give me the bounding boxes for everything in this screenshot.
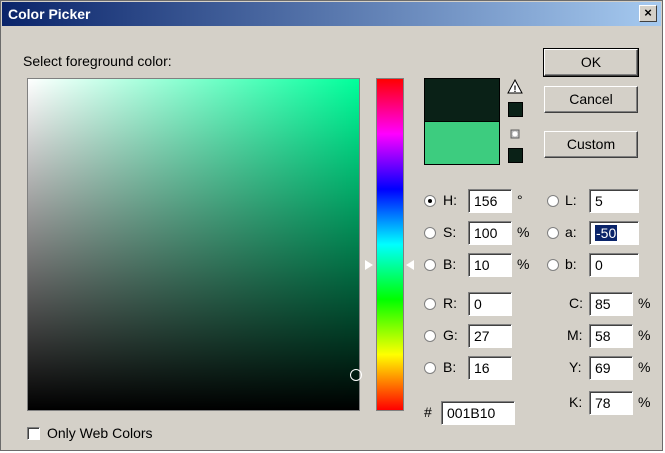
radio-red[interactable]	[424, 298, 436, 310]
hue-slider-right-arrow[interactable]	[406, 260, 414, 270]
svg-text:!: !	[514, 84, 517, 94]
brightness-input[interactable]: 10	[468, 253, 512, 277]
only-web-colors-checkbox[interactable]	[27, 427, 40, 440]
hex-label: #	[424, 404, 432, 420]
magenta-input[interactable]: 58	[589, 324, 633, 348]
a-channel-input[interactable]: -50	[589, 221, 639, 245]
hue-slider[interactable]	[376, 78, 404, 411]
radio-lightness[interactable]	[547, 195, 559, 207]
cancel-button[interactable]: Cancel	[544, 86, 638, 113]
blue-input[interactable]: 16	[468, 356, 512, 380]
red-input[interactable]: 0	[468, 292, 512, 316]
color-picker-dialog: Color Picker × Select foreground color: …	[0, 0, 663, 451]
radio-brightness[interactable]	[424, 259, 436, 271]
radio-green[interactable]	[424, 330, 436, 342]
blue-label: B:	[443, 359, 457, 375]
red-label: R:	[443, 295, 457, 311]
select-foreground-label: Select foreground color:	[23, 53, 172, 69]
out-of-gamut-warning-icon[interactable]: !	[507, 78, 523, 94]
close-icon: ×	[644, 5, 652, 20]
radio-blue[interactable]	[424, 362, 436, 374]
yellow-input[interactable]: 69	[589, 356, 633, 380]
hex-input[interactable]: 001B10	[441, 401, 515, 425]
black-input[interactable]: 78	[589, 391, 633, 415]
ok-button[interactable]: OK	[543, 48, 639, 77]
degree-unit: °	[517, 192, 523, 208]
green-input[interactable]: 27	[468, 324, 512, 348]
saturation-label: S:	[443, 224, 457, 240]
brightness-label: B:	[443, 256, 457, 272]
only-web-colors-label: Only Web Colors	[47, 425, 153, 441]
yellow-label: Y:	[569, 359, 582, 375]
cyan-label: C:	[569, 295, 583, 311]
color-field[interactable]	[27, 78, 360, 411]
a-channel-value: -50	[595, 225, 618, 241]
cyan-input[interactable]: 85	[589, 292, 633, 316]
black-label: K:	[569, 394, 583, 410]
b-channel-input[interactable]: 0	[589, 253, 639, 277]
color-field-marker[interactable]	[350, 369, 362, 381]
green-label: G:	[443, 327, 458, 343]
brightness-unit: %	[517, 256, 530, 272]
custom-button[interactable]: Custom	[544, 131, 638, 158]
close-button[interactable]: ×	[639, 5, 657, 22]
a-channel-label: a:	[565, 224, 577, 240]
radio-hue[interactable]	[424, 195, 436, 207]
hue-slider-left-arrow[interactable]	[365, 260, 373, 270]
current-color-swatch[interactable]	[424, 121, 500, 165]
saturation-unit: %	[517, 224, 530, 240]
radio-a-channel[interactable]	[547, 227, 559, 239]
b-channel-label: b:	[565, 256, 577, 272]
magenta-unit: %	[638, 327, 651, 343]
new-color-swatch	[424, 78, 500, 122]
hue-input[interactable]: 156	[468, 189, 512, 213]
lightness-label: L:	[565, 192, 577, 208]
black-unit: %	[638, 394, 651, 410]
window-title: Color Picker	[8, 6, 91, 22]
cyan-unit: %	[638, 295, 651, 311]
radio-saturation[interactable]	[424, 227, 436, 239]
gamut-swatch[interactable]	[508, 102, 523, 117]
yellow-unit: %	[638, 359, 651, 375]
web-safe-swatch[interactable]	[508, 148, 523, 163]
lightness-input[interactable]: 5	[589, 189, 639, 213]
saturation-input[interactable]: 100	[468, 221, 512, 245]
magenta-label: M:	[567, 327, 583, 343]
not-web-safe-icon[interactable]	[508, 127, 522, 141]
hue-label: H:	[443, 192, 457, 208]
title-bar[interactable]: Color Picker ×	[2, 2, 661, 26]
radio-b-channel[interactable]	[547, 259, 559, 271]
